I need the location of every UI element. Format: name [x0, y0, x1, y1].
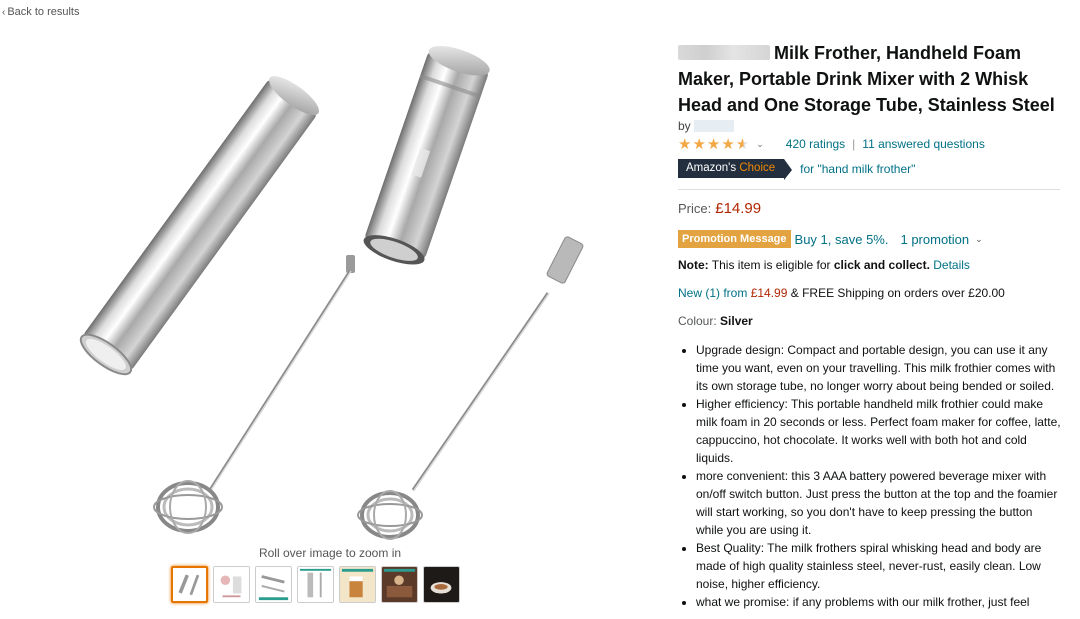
amazons-choice-badge: Amazon's Choice	[678, 159, 793, 180]
colour-value: Silver	[720, 314, 753, 328]
new-offer-row: New (1) from £14.99 & FREE Shipping on o…	[678, 286, 1005, 300]
details-link[interactable]: Details	[933, 258, 970, 272]
chevron-left-icon: ‹	[2, 7, 6, 18]
thumbnail-coffee-cup[interactable]	[423, 566, 460, 603]
divider: |	[852, 137, 856, 151]
ratings-count-link[interactable]: 420 ratings	[786, 137, 845, 151]
chevron-down-icon[interactable]: ⌄	[975, 234, 983, 245]
promotion-text-link[interactable]: Buy 1, save 5%.	[795, 232, 889, 247]
thumbnail-drink[interactable]	[339, 566, 376, 603]
thumbnail-frother-size[interactable]	[297, 566, 334, 603]
back-to-results-link[interactable]: ‹ Back to results	[2, 6, 79, 18]
spare-whisk	[357, 236, 584, 540]
amazons-choice-row: Amazon's Choice for "hand milk frother"	[678, 159, 1063, 180]
price-row: Price: £14.99	[678, 200, 762, 217]
thumbnail-cafe[interactable]	[381, 566, 418, 603]
product-title: Milk Frother, Handheld Foam Maker, Porta…	[678, 43, 1055, 115]
colour-row: Colour: Silver	[678, 314, 753, 328]
list-item: Best Quality: The milk frothers spiral w…	[696, 539, 1063, 593]
price-value: £14.99	[715, 200, 762, 217]
thumbnail-frother-pair[interactable]	[171, 566, 208, 603]
promotion-tag: Promotion Message	[678, 230, 791, 248]
star-rating[interactable]: ★★★★★	[678, 135, 750, 153]
promotion-row: Promotion Message Buy 1, save 5%. 1 prom…	[678, 230, 1063, 248]
product-info: Milk Frother, Handheld Foam Maker, Porta…	[678, 40, 1063, 611]
redacted-seller-link[interactable]	[694, 120, 735, 132]
main-product-image[interactable]	[60, 35, 600, 540]
chevron-down-icon[interactable]: ⌄	[756, 139, 764, 150]
choice-keyword: for "hand milk frother"	[800, 162, 915, 176]
feature-bullets: Upgrade design: Compact and portable des…	[678, 341, 1063, 611]
choice-keyword-link[interactable]: for "hand milk frother"	[800, 162, 915, 176]
list-item: Higher efficiency: This portable handhel…	[696, 395, 1063, 467]
thumbnail-strip	[171, 566, 460, 603]
list-item: more convenient: this 3 AAA battery powe…	[696, 467, 1063, 539]
byline: by	[678, 119, 1063, 133]
promotion-count-link[interactable]: 1 promotion	[900, 232, 969, 247]
divider	[678, 189, 1060, 190]
thumbnail-frother-parts[interactable]	[255, 566, 292, 603]
storage-tube	[79, 76, 320, 376]
new-offers-link[interactable]: New (1) from	[678, 286, 747, 300]
answered-questions-link[interactable]: 11 answered questions	[862, 137, 985, 151]
thumbnail-frother-usage[interactable]	[213, 566, 250, 603]
redacted-brand	[678, 45, 770, 60]
zoom-hint: Roll over image to zoom in	[258, 546, 402, 560]
rating-row: ★★★★★ ⌄ 420 ratings | 11 answered questi…	[678, 135, 1063, 153]
list-item: Upgrade design: Compact and portable des…	[696, 341, 1063, 395]
list-item: what we promise: if any problems with ou…	[696, 593, 1063, 611]
click-collect-note: Note: This item is eligible for click an…	[678, 258, 970, 272]
